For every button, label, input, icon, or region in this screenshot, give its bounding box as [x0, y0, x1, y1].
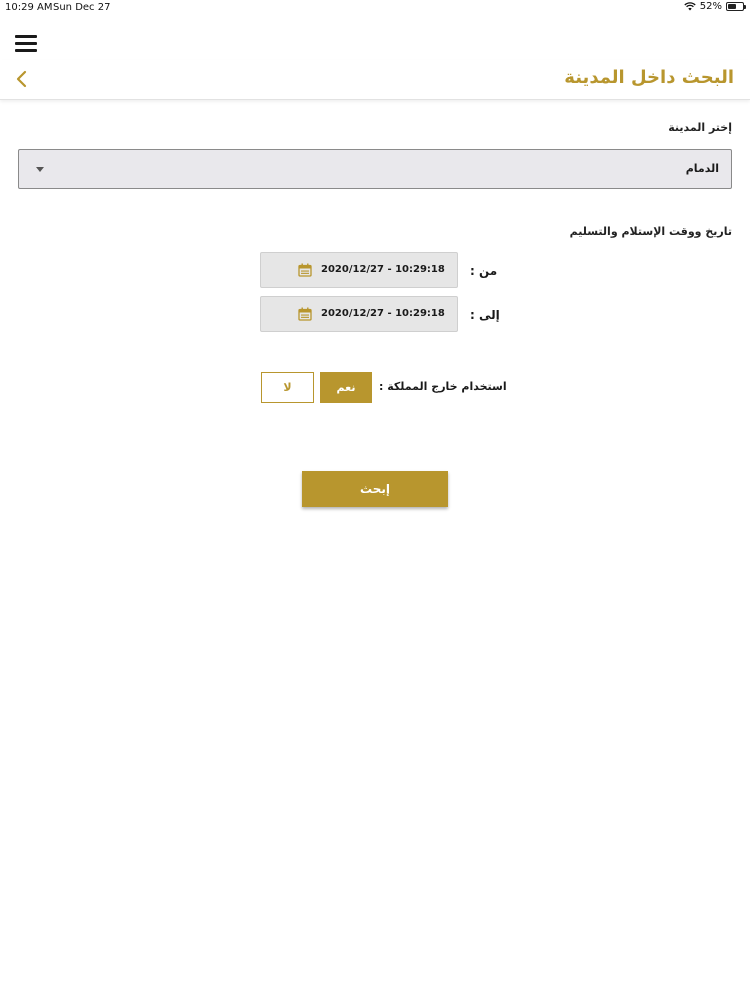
abroad-label: استخدام خارج المملكة :	[379, 380, 507, 393]
calendar-icon	[298, 263, 312, 277]
search-button[interactable]: إبحث	[302, 471, 448, 507]
wifi-icon	[684, 2, 696, 11]
from-date-field[interactable]: 2020/12/27 - 10:29:18	[260, 252, 458, 288]
to-date-field[interactable]: 2020/12/27 - 10:29:18	[260, 296, 458, 332]
status-right: 52%	[684, 1, 746, 12]
status-time: 10:29 AM	[5, 2, 53, 13]
page-header: البحث داخل المدينة	[0, 60, 750, 100]
datetime-label: تاريخ ووقت الإستلام والتسليم	[569, 225, 732, 238]
calendar-icon	[298, 307, 312, 321]
city-label: إختر المدينة	[668, 121, 732, 134]
to-date-value: 2020/12/27 - 10:29:18	[321, 308, 445, 319]
no-button[interactable]: لا	[261, 372, 314, 403]
status-date: Sun Dec 27	[53, 2, 111, 13]
city-select[interactable]: الدمام	[18, 149, 732, 189]
yes-button[interactable]: نعم	[320, 372, 372, 403]
menu-icon[interactable]	[15, 35, 37, 52]
from-date-value: 2020/12/27 - 10:29:18	[321, 264, 445, 275]
city-value: الدمام	[685, 162, 719, 175]
from-label: من :	[470, 264, 498, 278]
page-title: البحث داخل المدينة	[564, 67, 734, 88]
to-label: إلى :	[470, 308, 500, 322]
caret-down-icon	[36, 167, 44, 172]
battery-icon	[726, 2, 746, 11]
status-bar: 10:29 AM Sun Dec 27 52%	[0, 0, 750, 16]
chevron-left-icon[interactable]	[12, 68, 34, 90]
battery-percent: 52%	[699, 1, 722, 12]
